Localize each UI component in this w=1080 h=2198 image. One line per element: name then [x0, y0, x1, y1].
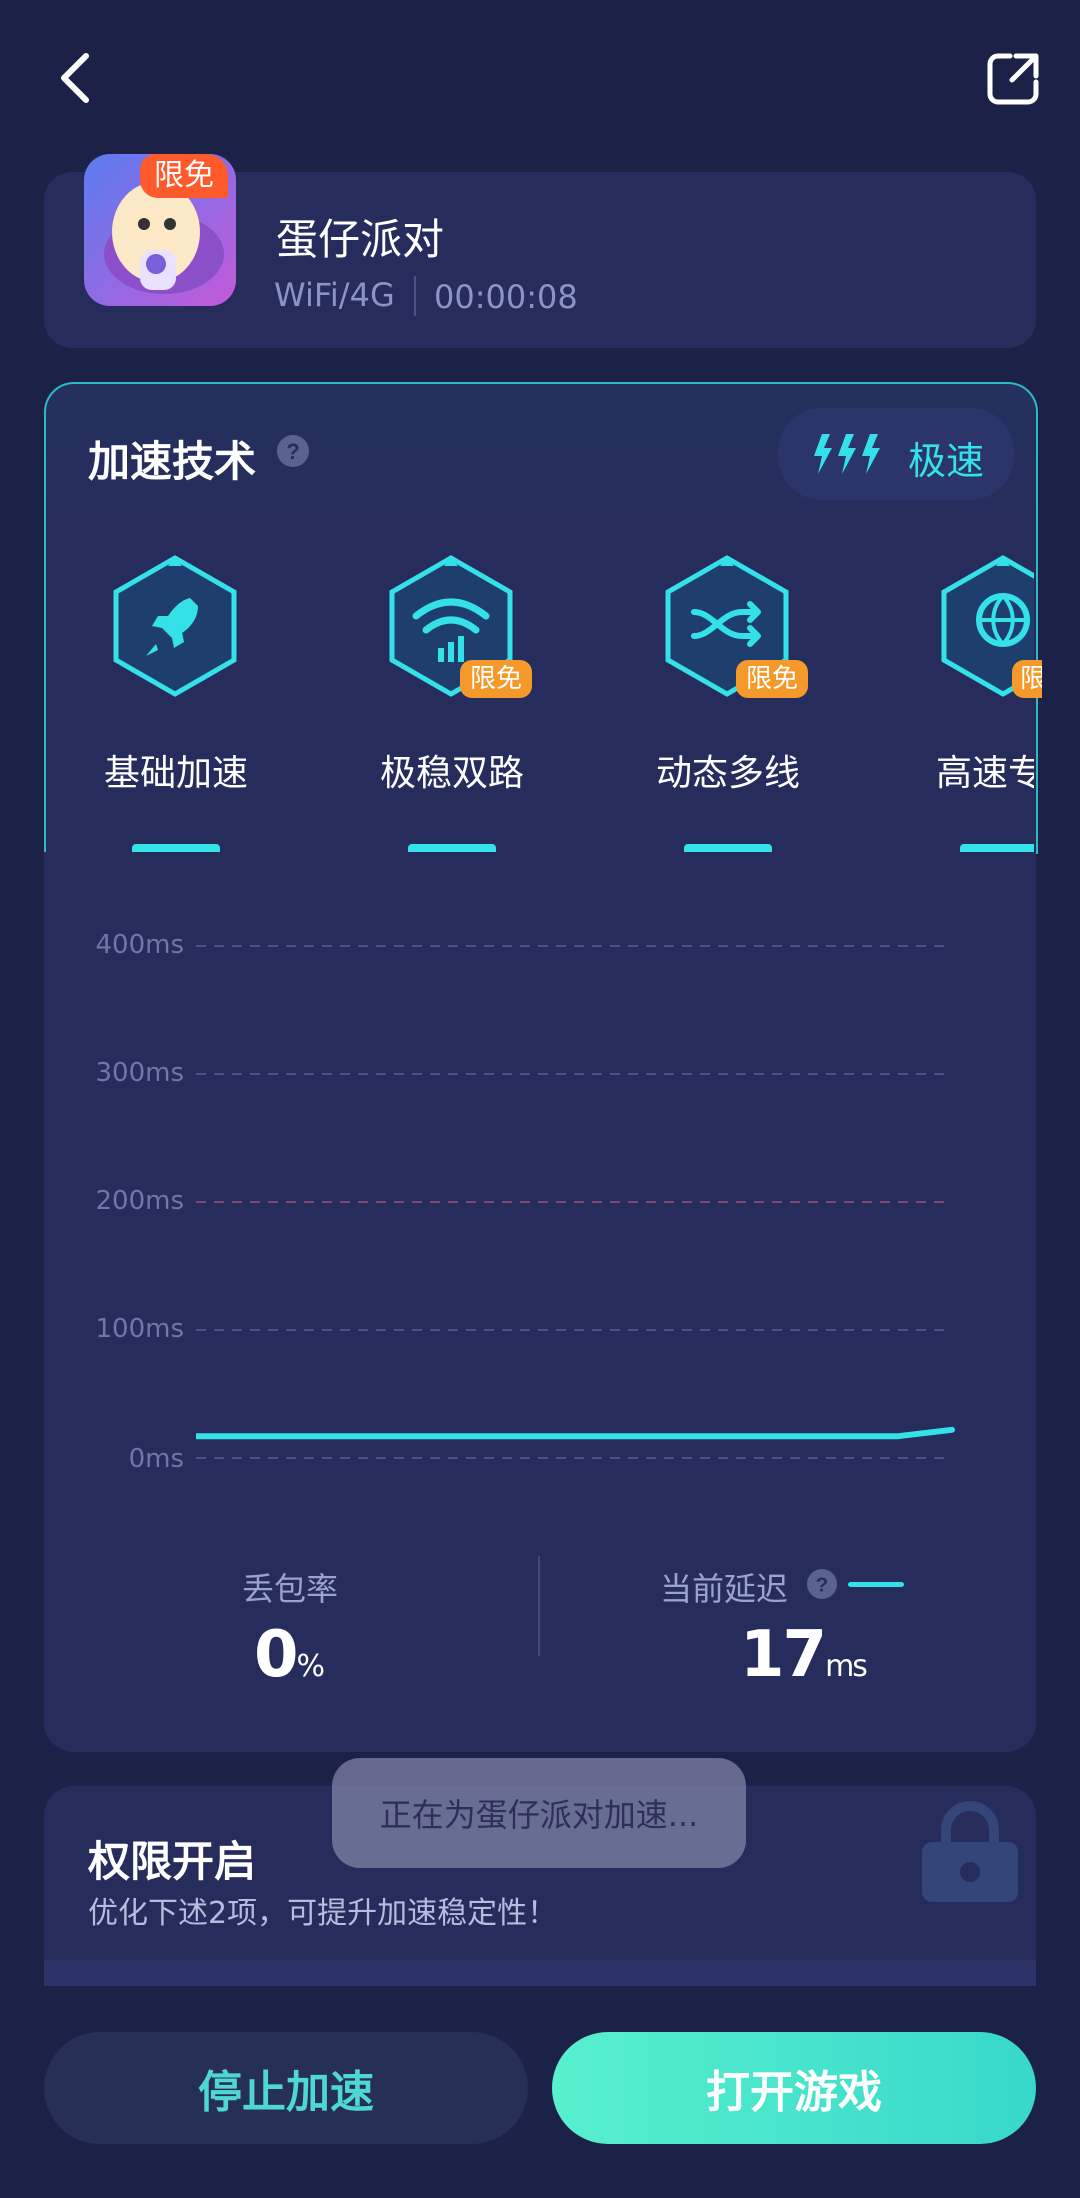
y-tick: 0ms	[128, 1444, 184, 1474]
tab-indicator	[132, 844, 220, 852]
y-tick: 200ms	[95, 1186, 185, 1216]
latency-unit: ms	[825, 1649, 868, 1684]
svg-text:?: ?	[816, 1574, 829, 1597]
tech-item-multi: 动态多线	[655, 753, 800, 794]
y-tick: 300ms	[95, 1058, 185, 1088]
latency-line	[196, 1426, 955, 1440]
latency-help-icon[interactable]: ?	[806, 1568, 838, 1604]
divider	[414, 276, 416, 316]
timer: 00:00:08	[434, 278, 578, 316]
free-badge: 限免	[140, 154, 228, 198]
y-tick: 100ms	[95, 1314, 185, 1344]
tech-item-dual: 极稳双路	[379, 753, 524, 794]
tab-indicator	[684, 844, 772, 852]
latency-chart	[196, 945, 955, 1459]
latency-legend-line	[848, 1582, 904, 1587]
packet-loss-unit: %	[296, 1649, 325, 1684]
permission-card-bottom	[44, 1960, 1036, 1986]
game-title: 蛋仔派对	[276, 215, 445, 264]
back-icon[interactable]	[50, 48, 100, 108]
permission-title: 权限开启	[88, 1837, 257, 1886]
y-tick: 400ms	[95, 930, 185, 960]
rocket-icon[interactable]	[110, 554, 240, 702]
latency-label: 当前延迟	[660, 1570, 789, 1608]
help-icon[interactable]: ?	[276, 434, 310, 472]
tab-indicator	[408, 844, 496, 852]
permission-desc: 优化下述2项，可提升加速稳定性！	[88, 1896, 558, 1931]
network-type: WiFi/4G	[274, 276, 395, 314]
packet-loss-value: 0%	[254, 1618, 325, 1692]
tech-item-highspeed: 高速专	[936, 753, 1034, 794]
lock-icon	[920, 1800, 1020, 1908]
free-badge-highspeed: 限	[1012, 660, 1042, 698]
packet-loss-label: 丢包率	[242, 1570, 339, 1608]
toast-message: 正在为蛋仔派对加速...	[332, 1758, 746, 1868]
share-icon[interactable]	[986, 50, 1042, 106]
tab-indicator	[960, 844, 1034, 852]
stop-acceleration-button[interactable]: 停止加速	[44, 2032, 528, 2144]
tech-title: 加速技术	[88, 437, 257, 486]
free-badge-multi: 限免	[736, 660, 809, 698]
speed-mode-label: 极速	[908, 439, 985, 483]
svg-text:?: ?	[286, 439, 299, 464]
latency-value: 17ms	[740, 1618, 868, 1692]
tech-item-basic: 基础加速	[103, 753, 248, 794]
stats-divider	[538, 1556, 540, 1656]
lightning-icon	[812, 432, 886, 480]
free-badge-dual: 限免	[460, 660, 533, 698]
open-game-button[interactable]: 打开游戏	[552, 2032, 1036, 2144]
